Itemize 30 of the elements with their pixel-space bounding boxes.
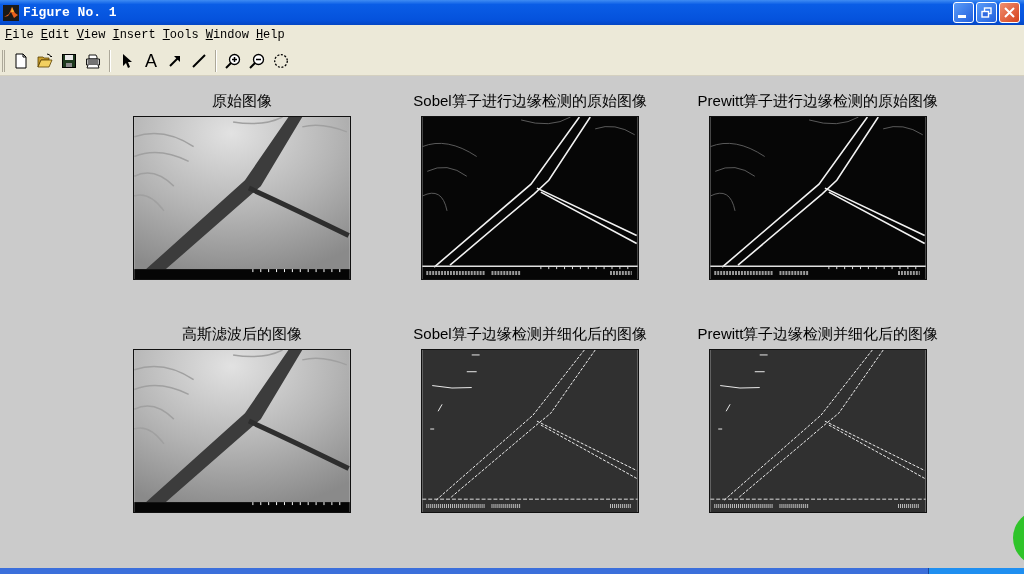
window-title: Figure No. 1: [23, 3, 117, 22]
plot-title: Prewitt算子边缘检测并细化后的图像: [697, 325, 939, 342]
menu-item[interactable]: File: [5, 28, 34, 43]
text-tool-button[interactable]: A: [143, 49, 159, 72]
menu-item[interactable]: Edit: [40, 28, 70, 43]
menu-item[interactable]: Window: [205, 28, 249, 43]
minimize-icon: [957, 15, 966, 18]
menu-item[interactable]: View: [76, 28, 106, 43]
zoom-out-icon[interactable]: [249, 52, 265, 69]
plot-title: Prewitt算子进行边缘检测的原始图像: [697, 92, 939, 109]
restore-button[interactable]: [976, 2, 997, 23]
plot-title: Sobel算子进行边缘检测的原始图像: [413, 92, 647, 109]
plot-title: 原始图像: [212, 92, 272, 109]
save-icon[interactable]: [61, 52, 77, 69]
print-icon[interactable]: [85, 52, 101, 69]
app-logo-icon: [3, 4, 19, 21]
minimize-button[interactable]: [953, 2, 974, 23]
menu-item[interactable]: Insert: [112, 28, 156, 43]
dashed-circle-icon[interactable]: [273, 52, 289, 69]
zoom-in-icon[interactable]: [225, 52, 241, 69]
plot-title: 高斯滤波后的图像: [182, 325, 302, 342]
close-icon: [1004, 7, 1015, 18]
close-button[interactable]: [999, 2, 1020, 23]
menu-item[interactable]: Tools: [162, 28, 199, 43]
open-folder-icon[interactable]: [37, 52, 53, 69]
menu-item[interactable]: Help: [255, 28, 285, 43]
plot-title: Sobel算子边缘检测并细化后的图像: [413, 325, 647, 342]
line-icon[interactable]: [191, 52, 207, 69]
restore-icon: [981, 7, 992, 18]
new-file-icon[interactable]: [13, 52, 29, 69]
